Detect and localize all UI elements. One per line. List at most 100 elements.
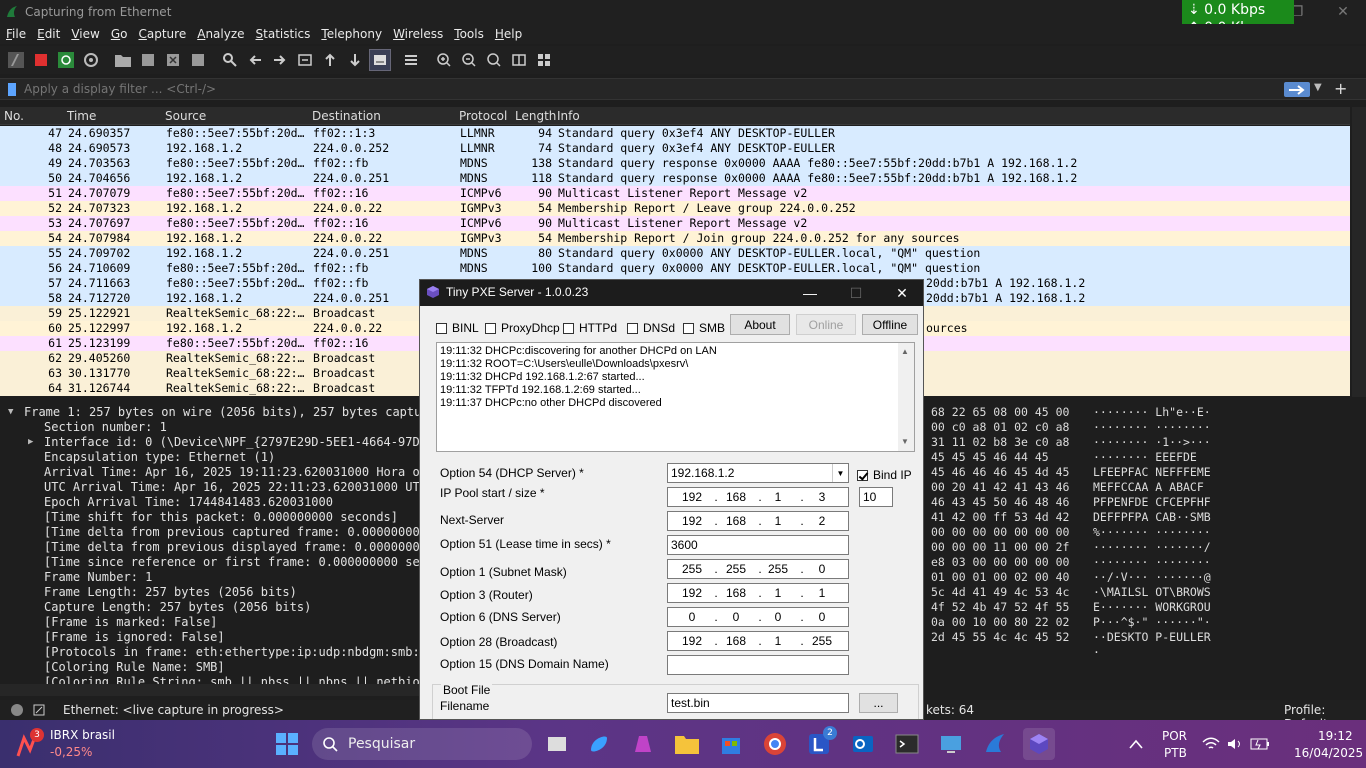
packet-row[interactable]: 54 24.707984 192.168.1.2 224.0.0.22 IGMPv3 54… [0, 231, 1350, 246]
detail-line[interactable]: [Coloring Rule String: smb || nbss || nb… [44, 675, 425, 684]
smb-checkbox[interactable]: SMB [683, 321, 725, 335]
outlook-icon[interactable] [847, 728, 879, 760]
detail-line[interactable]: Interface id: 0 (\Device\NPF_{2797E29D-5… [44, 435, 425, 450]
menu-tools[interactable]: Tools [448, 27, 489, 41]
offline-button[interactable]: Offline [862, 314, 918, 335]
hex-bytes[interactable]: 0a 00 10 00 80 22 02 [931, 615, 1069, 630]
pool-start-ip[interactable]: 192. 168. 1. 3 [667, 487, 849, 507]
go-back-icon[interactable] [244, 49, 266, 71]
detail-line[interactable]: Capture Length: 257 bytes (2056 bits) [44, 600, 311, 615]
last-packet-icon[interactable] [344, 49, 366, 71]
router-ip[interactable]: 192. 168. 1. 1 [667, 583, 849, 603]
hex-bytes[interactable]: 45 45 45 46 44 45 [931, 450, 1049, 465]
menu-capture[interactable]: Capture [132, 27, 191, 41]
hex-bytes[interactable]: 68 22 65 08 00 45 00 [931, 405, 1069, 420]
column-header-time[interactable]: Time [67, 109, 96, 123]
bind-ip-checkbox[interactable]: Bind IP [857, 468, 912, 482]
hex-ascii[interactable]: %······· ········ [1093, 525, 1211, 540]
packet-row[interactable]: 52 24.707323 192.168.1.2 224.0.0.22 IGMPv3 54… [0, 201, 1350, 216]
collapsed-arrow-icon[interactable]: ▶ [28, 435, 33, 450]
hex-ascii[interactable]: ··/·V··· ·······@ [1093, 570, 1211, 585]
menu-help[interactable]: Help [489, 27, 527, 41]
detail-line[interactable]: [Protocols in frame: eth:ethertype:ip:ud… [44, 645, 425, 660]
battery-icon[interactable] [1244, 728, 1276, 760]
dns-domain-input[interactable] [667, 655, 849, 675]
dns-server-ip[interactable]: 0. 0. 0. 0 [667, 607, 849, 627]
detail-line[interactable]: Encapsulation type: Ethernet (1) [44, 450, 275, 465]
opt54-select[interactable]: 192.168.1.2 ▼ [667, 463, 849, 483]
hex-bytes[interactable]: 00 00 00 11 00 00 2f [931, 540, 1069, 555]
hex-bytes[interactable]: 46 43 45 50 46 48 46 [931, 495, 1069, 510]
clock-date[interactable]: 16/04/2025 [1294, 746, 1363, 760]
hex-bytes[interactable]: 31 11 02 b8 3e c0 a8 [931, 435, 1069, 450]
hex-bytes[interactable]: e8 03 00 00 00 00 00 [931, 555, 1069, 570]
reload-file-icon[interactable] [187, 49, 209, 71]
packet-row[interactable]: 47 24.690357 fe80::5ee7:55bf:20d… ff02::1:3… [0, 126, 1350, 141]
packet-list-scrollbar[interactable] [1352, 107, 1366, 397]
layout-icon[interactable] [533, 49, 555, 71]
stock-name[interactable]: IBRX brasil [50, 728, 115, 742]
filter-dropdown-icon[interactable]: ▼ [1314, 82, 1322, 93]
hex-ascii[interactable]: E······· WORKGROU [1093, 600, 1211, 615]
hex-ascii[interactable]: ········ ·1··>··· [1093, 435, 1211, 450]
task-view-icon[interactable] [541, 728, 573, 760]
capture-options-icon[interactable] [80, 49, 102, 71]
display-filter-input[interactable] [24, 80, 1274, 98]
hex-bytes[interactable]: 4f 52 4b 47 52 4f 55 [931, 600, 1069, 615]
packet-row[interactable]: 49 24.703563 fe80::5ee7:55bf:20d… ff02::fb M… [0, 156, 1350, 171]
tiny-pxe-taskbar-icon[interactable] [1023, 728, 1055, 760]
hex-ascii[interactable]: · [1093, 645, 1100, 660]
go-forward-icon[interactable] [269, 49, 291, 71]
hex-ascii[interactable]: ········ ········ [1093, 420, 1211, 435]
next-server-ip[interactable]: 192. 168. 1. 2 [667, 511, 849, 531]
expert-info-icon[interactable] [10, 703, 24, 717]
detail-line[interactable]: Epoch Arrival Time: 1744841483.620031000 [44, 495, 333, 510]
packet-row[interactable]: 50 24.704656 192.168.1.2 224.0.0.251 MDNS 118… [0, 171, 1350, 186]
detail-line[interactable]: [Frame is ignored: False] [44, 630, 225, 645]
zoom-out-icon[interactable] [458, 49, 480, 71]
save-file-icon[interactable] [137, 49, 159, 71]
hex-ascii[interactable]: LFEEPFAC NEFFFEME [1093, 465, 1211, 480]
packet-row[interactable]: 51 24.707079 fe80::5ee7:55bf:20d… ff02::16 I… [0, 186, 1350, 201]
menu-wireless[interactable]: Wireless [387, 27, 448, 41]
column-header-no[interactable]: No. [4, 109, 24, 123]
hex-bytes[interactable]: 01 00 01 00 02 00 40 [931, 570, 1069, 585]
add-filter-button-icon[interactable]: + [1334, 79, 1347, 98]
hex-bytes[interactable]: 2d 45 55 4c 4c 45 52 [931, 630, 1069, 645]
hex-bytes[interactable]: 45 46 46 46 45 4d 45 [931, 465, 1069, 480]
autoscroll-icon[interactable] [369, 49, 391, 71]
hex-ascii[interactable]: DEFFPFPA CAB··SMB [1093, 510, 1211, 525]
proxydhcp-checkbox[interactable]: ProxyDhcp [485, 321, 560, 335]
lease-time-input[interactable]: 3600 [667, 535, 849, 555]
terminal-icon[interactable] [891, 728, 923, 760]
file-explorer-icon[interactable] [671, 728, 703, 760]
restart-capture-icon[interactable] [55, 49, 77, 71]
ms-store-icon[interactable] [715, 728, 747, 760]
m365-icon[interactable] [627, 728, 659, 760]
menu-go[interactable]: Go [105, 27, 133, 41]
chevron-up-icon[interactable] [1120, 728, 1152, 760]
colorize-icon[interactable] [400, 49, 422, 71]
wireshark-taskbar-icon[interactable] [979, 728, 1011, 760]
about-button[interactable]: About [730, 314, 790, 335]
dnsd-checkbox[interactable]: DNSd [627, 321, 675, 335]
normal-size-icon[interactable] [483, 49, 505, 71]
app-l-icon[interactable]: 2 [803, 726, 837, 760]
close-icon[interactable]: ✕ [1320, 0, 1366, 24]
hex-bytes[interactable]: 5c 4d 41 49 4c 53 4c [931, 585, 1069, 600]
menu-edit[interactable]: Edit [31, 27, 65, 41]
hex-ascii[interactable]: ········ ········ [1093, 555, 1211, 570]
chevron-down-icon[interactable]: ▼ [832, 464, 848, 482]
hex-bytes[interactable]: 00 20 41 42 41 43 46 [931, 480, 1069, 495]
column-header-source[interactable]: Source [165, 109, 206, 123]
hex-ascii[interactable]: P···^$·" ······"· [1093, 615, 1211, 630]
start-capture-icon[interactable] [5, 49, 27, 71]
packet-row[interactable]: 53 24.707697 fe80::5ee7:55bf:20d… ff02::16 I… [0, 216, 1350, 231]
hex-ascii[interactable]: ·\MAILSL OT\BROWS [1093, 585, 1211, 600]
detail-line[interactable]: [Time delta from previous displayed fram… [44, 540, 425, 555]
close-file-icon[interactable] [162, 49, 184, 71]
open-file-icon[interactable] [112, 49, 134, 71]
copilot-icon[interactable] [583, 728, 615, 760]
column-header-length[interactable]: Length [515, 109, 556, 123]
detail-line[interactable]: Frame 1: 257 bytes on wire (2056 bits), … [24, 405, 425, 420]
